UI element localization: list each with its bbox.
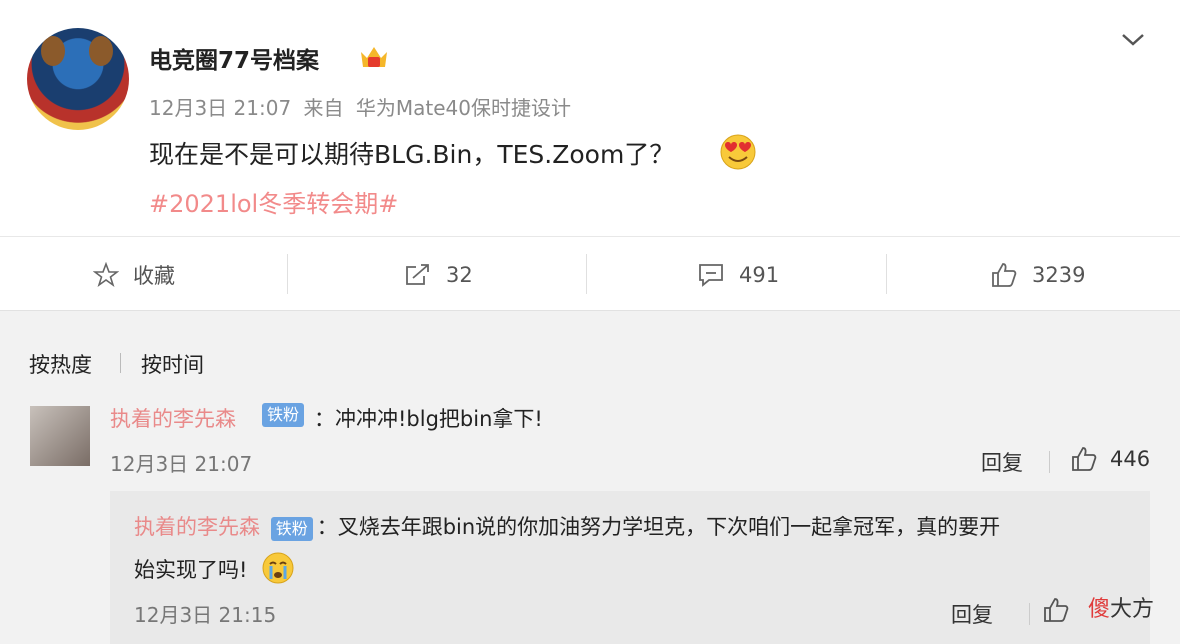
like-count: 3239: [1032, 262, 1086, 287]
username[interactable]: 电竞圈77号档案: [149, 41, 319, 75]
topic-hashtag-link[interactable]: #2021lol冬季转会期#: [149, 184, 398, 219]
comment-author[interactable]: 执着的李先森: [110, 403, 236, 433]
action-divider: [586, 254, 587, 294]
repost-button[interactable]: 32: [404, 237, 473, 312]
sub-comment-text: ：叉烧去年跟bin说的你加油努力学坦克，下次咱们一起拿冠军，真的要开: [316, 515, 1001, 539]
crying-emoji-icon: [262, 552, 294, 584]
vip-crown-icon: [361, 47, 387, 67]
sort-by-time-tab[interactable]: 按时间: [141, 349, 204, 379]
comment-like-count: 446: [1110, 447, 1151, 471]
post-meta: 12月3日 21:07 来自 华为Mate40保时捷设计: [149, 92, 577, 121]
comment-time: 12月3日 21:07: [110, 452, 253, 476]
user-avatar[interactable]: [27, 28, 129, 130]
favorite-button[interactable]: 收藏: [93, 237, 175, 312]
action-divider: [287, 254, 288, 294]
comment-button[interactable]: 491: [697, 237, 779, 312]
sub-comment: 执着的李先森 铁粉 ：叉烧去年跟bin说的你加油努力学坦克，下次咱们一起拿冠军，真…: [110, 491, 1150, 644]
action-divider: [886, 254, 887, 294]
comment-icon: [699, 263, 723, 287]
sub-comment-divider: [1029, 603, 1030, 625]
repost-icon: [406, 263, 429, 285]
avatar-decoration: [89, 36, 113, 66]
sort-by-hot-tab[interactable]: 按热度: [29, 349, 92, 379]
comment-count: 491: [739, 262, 780, 287]
comment-divider: [1049, 451, 1050, 473]
like-button[interactable]: 3239: [990, 237, 1085, 312]
watermark-part2: 大方: [1110, 597, 1155, 622]
comment-thumbs-up-icon[interactable]: [1069, 445, 1099, 473]
sub-comment-text-line2: 始实现了吗!: [134, 558, 248, 582]
post-date: 12月3日 21:07: [149, 96, 292, 120]
watermark: 傻大方: [1088, 591, 1154, 623]
weibo-post: 电竞圈77号档案 12月3日 21:07 来自 华为Mate40保时捷设计 现在…: [0, 0, 1180, 236]
fan-badge: 铁粉: [270, 517, 313, 541]
fan-badge: 铁粉: [262, 403, 305, 427]
repost-count: 32: [446, 262, 473, 287]
commenter-avatar[interactable]: [30, 406, 90, 466]
source-prefix: 来自: [303, 96, 344, 120]
star-icon: [93, 261, 119, 287]
sub-comment-author[interactable]: 执着的李先森: [134, 515, 260, 539]
sub-comment-line1: 执着的李先森 铁粉 ：叉烧去年跟bin说的你加油努力学坦克，下次咱们一起拿冠军，真…: [134, 511, 1000, 541]
thumbs-up-icon: [992, 262, 1017, 287]
heart-eyes-emoji-icon: [720, 134, 756, 170]
sub-comment-thumbs-up-icon[interactable]: [1041, 596, 1071, 624]
comment-text: ：冲冲冲!blg把bin拿下!: [314, 407, 543, 431]
post-text: 现在是不是可以期待BLG.Bin，TES.Zoom了？: [149, 140, 675, 169]
reply-button[interactable]: 回复: [981, 447, 1023, 477]
sub-comment-time: 12月3日 21:15: [134, 603, 277, 627]
avatar-decoration: [41, 36, 65, 66]
post-source: 华为Mate40保时捷设计: [355, 96, 571, 120]
action-bar: 收藏 32 491 3239: [0, 236, 1180, 311]
sort-divider: [120, 353, 121, 373]
watermark-part1: 傻: [1088, 597, 1111, 622]
chevron-down-icon[interactable]: [1118, 28, 1148, 52]
sub-reply-button[interactable]: 回复: [951, 599, 993, 629]
favorite-label: 收藏: [133, 263, 175, 288]
comments-section: 按热度 按时间 执着的李先森 铁粉 ：冲冲冲!blg把bin拿下! 12月3日 …: [0, 311, 1180, 644]
